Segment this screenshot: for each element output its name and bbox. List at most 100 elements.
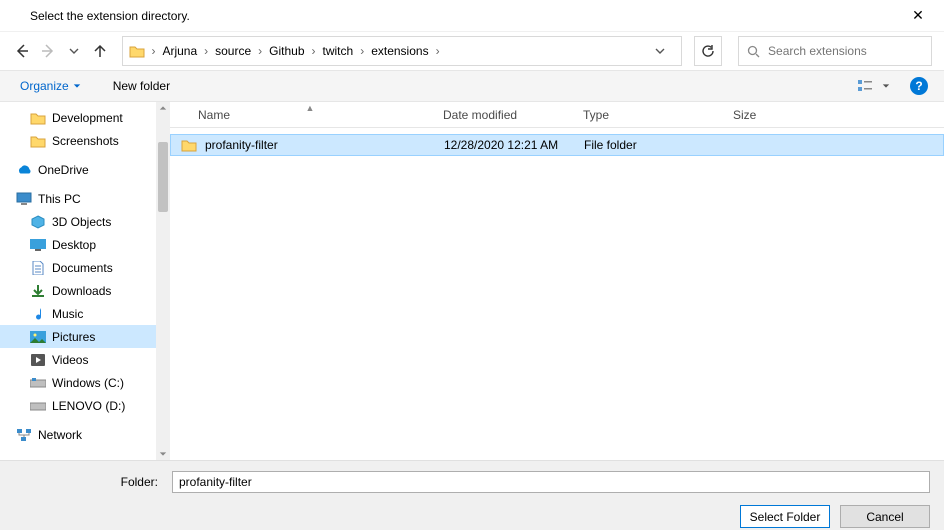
sidebar-item-label: This PC	[38, 192, 81, 206]
sidebar-item-label: Videos	[52, 353, 88, 367]
close-button[interactable]: ✕	[898, 7, 938, 24]
sidebar-item-downloads[interactable]: Downloads	[0, 279, 170, 302]
drive-icon	[30, 398, 46, 414]
sidebar: Development Screenshots OneDrive This PC…	[0, 102, 170, 460]
cancel-button[interactable]: Cancel	[840, 505, 930, 528]
address-bar[interactable]: › Arjuna › source › Github › twitch › ex…	[122, 36, 682, 66]
column-header-type[interactable]: Type	[573, 102, 723, 127]
search-icon	[747, 45, 760, 58]
breadcrumb-item[interactable]: extensions	[366, 37, 433, 65]
file-list-area: ▲ Name Date modified Type Size profanity…	[170, 102, 944, 460]
file-date: 12/28/2020 12:21 AM	[444, 138, 558, 152]
breadcrumb-label: Github	[269, 44, 304, 58]
breadcrumb-label: Arjuna	[162, 44, 197, 58]
file-type: File folder	[584, 138, 637, 152]
breadcrumb-item[interactable]: source	[210, 37, 256, 65]
sidebar-item-pictures[interactable]: Pictures	[0, 325, 170, 348]
chevron-right-icon: ›	[256, 44, 264, 58]
up-button[interactable]	[90, 40, 110, 62]
view-options-icon	[858, 79, 878, 93]
breadcrumb-label: twitch	[323, 44, 354, 58]
sidebar-item-windows-c[interactable]: Windows (C:)	[0, 371, 170, 394]
column-headers: ▲ Name Date modified Type Size	[170, 102, 944, 128]
desktop-icon	[30, 237, 46, 253]
file-name: profanity-filter	[205, 138, 278, 152]
sidebar-item-label: Development	[52, 111, 123, 125]
folder-icon	[30, 133, 46, 149]
videos-icon	[30, 352, 46, 368]
pictures-icon	[30, 329, 46, 345]
sidebar-item-label: 3D Objects	[52, 215, 111, 229]
chevron-right-icon: ›	[358, 44, 366, 58]
folder-icon	[181, 137, 197, 153]
chevron-right-icon: ›	[149, 44, 157, 58]
recent-dropdown[interactable]	[64, 40, 84, 62]
address-dropdown[interactable]	[655, 46, 677, 56]
new-folder-button[interactable]: New folder	[109, 75, 174, 97]
folder-name-input[interactable]	[172, 471, 930, 493]
sidebar-item-onedrive[interactable]: OneDrive	[0, 158, 170, 181]
chevron-right-icon: ›	[202, 44, 210, 58]
sidebar-item-lenovo-d[interactable]: LENOVO (D:)	[0, 394, 170, 417]
dropdown-arrow-icon	[882, 82, 890, 90]
select-folder-button[interactable]: Select Folder	[740, 505, 830, 528]
sidebar-item-thispc[interactable]: This PC	[0, 187, 170, 210]
help-button[interactable]: ?	[910, 77, 928, 95]
sidebar-item-label: Downloads	[52, 284, 111, 298]
chevron-down-icon	[69, 46, 79, 56]
toolbar: Organize New folder ?	[0, 70, 944, 102]
sidebar-item-network[interactable]: Network	[0, 423, 170, 446]
sidebar-item-label: LENOVO (D:)	[52, 399, 125, 413]
column-label: Name	[198, 108, 230, 122]
breadcrumb-label: source	[215, 44, 251, 58]
sidebar-item-label: Pictures	[52, 330, 95, 344]
file-row[interactable]: profanity-filter 12/28/2020 12:21 AM Fil…	[170, 134, 944, 156]
sidebar-item-music[interactable]: Music	[0, 302, 170, 325]
window-title: Select the extension directory.	[30, 9, 898, 23]
refresh-button[interactable]	[694, 36, 722, 66]
sidebar-scrollbar[interactable]	[156, 102, 170, 460]
sidebar-item-desktop[interactable]: Desktop	[0, 233, 170, 256]
breadcrumb-label: extensions	[371, 44, 428, 58]
column-header-size[interactable]: Size	[723, 102, 783, 127]
cloud-icon	[16, 162, 32, 178]
breadcrumb-item[interactable]: Github	[264, 37, 309, 65]
nav-row: › Arjuna › source › Github › twitch › ex…	[0, 32, 944, 70]
title-bar: Select the extension directory. ✕	[0, 0, 944, 32]
documents-icon	[30, 260, 46, 276]
column-label: Size	[733, 108, 756, 122]
search-input[interactable]	[768, 44, 923, 58]
scroll-up-icon	[159, 104, 167, 112]
sidebar-item-screenshots[interactable]: Screenshots	[0, 129, 170, 152]
music-icon	[30, 306, 46, 322]
breadcrumb-item[interactable]: twitch	[318, 37, 359, 65]
sidebar-item-label: Documents	[52, 261, 113, 275]
forward-button[interactable]	[38, 40, 58, 62]
sort-indicator-icon: ▲	[198, 103, 422, 113]
back-button[interactable]	[12, 40, 32, 62]
refresh-icon	[701, 44, 715, 58]
column-header-date[interactable]: Date modified	[433, 102, 573, 127]
folder-icon	[127, 41, 147, 61]
column-header-name[interactable]: ▲ Name	[170, 102, 433, 127]
sidebar-item-label: OneDrive	[38, 163, 89, 177]
drive-icon	[30, 375, 46, 391]
3d-objects-icon	[30, 214, 46, 230]
organize-label: Organize	[20, 79, 69, 93]
breadcrumb-item[interactable]: Arjuna	[157, 37, 202, 65]
arrow-left-icon	[14, 43, 30, 59]
sidebar-item-documents[interactable]: Documents	[0, 256, 170, 279]
chevron-right-icon: ›	[310, 44, 318, 58]
sidebar-item-videos[interactable]: Videos	[0, 348, 170, 371]
search-box[interactable]	[738, 36, 932, 66]
scroll-down-icon	[159, 450, 167, 458]
scrollbar-thumb[interactable]	[158, 142, 168, 212]
organize-button[interactable]: Organize	[16, 75, 85, 97]
sidebar-item-3dobjects[interactable]: 3D Objects	[0, 210, 170, 233]
sidebar-item-development[interactable]: Development	[0, 106, 170, 129]
sidebar-item-label: Network	[38, 428, 82, 442]
view-mode-button[interactable]	[854, 75, 894, 97]
this-pc-icon	[16, 191, 32, 207]
column-label: Date modified	[443, 108, 517, 122]
arrow-right-icon	[40, 43, 56, 59]
